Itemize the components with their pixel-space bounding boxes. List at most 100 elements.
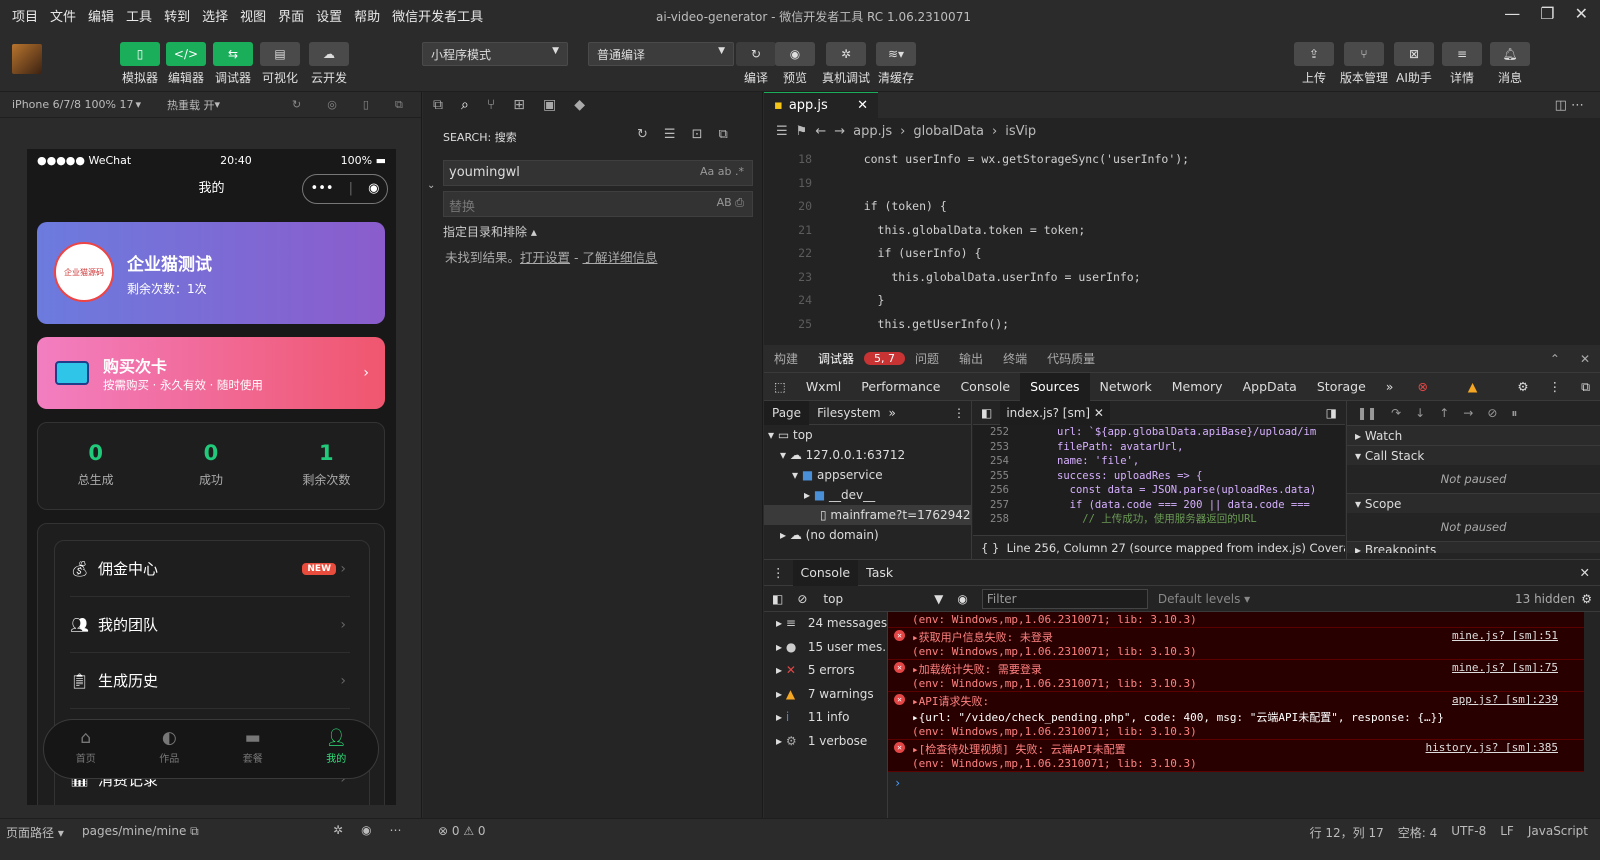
- tab-build[interactable]: 构建: [764, 350, 808, 367]
- buy-card[interactable]: 购买次卡 按需购买 · 永久有效 · 随时使用 ›: [37, 337, 385, 409]
- menu-item-9[interactable]: 帮助: [348, 6, 386, 25]
- device-select[interactable]: iPhone 6/7/8 100% 17: [12, 98, 133, 111]
- console-filter-3[interactable]: ▸ ▲ 7 warnings: [764, 683, 887, 707]
- menu-item-4[interactable]: 转到: [158, 6, 196, 25]
- drawer-tab-console[interactable]: Console: [792, 559, 859, 586]
- scope-section[interactable]: ▾ Scope: [1347, 493, 1600, 513]
- eye-icon[interactable]: ◉: [943, 592, 981, 606]
- drawer-menu-icon[interactable]: ⋮: [764, 565, 793, 580]
- console-prompt[interactable]: ›: [888, 772, 1584, 790]
- menu-item-5[interactable]: 选择: [196, 6, 234, 25]
- list-icon[interactable]: ☰: [776, 124, 788, 139]
- console-error-message[interactable]: ✕ ▸获取用户信息失败: 未登录 (env: Windows,mp,1.06.231…: [888, 628, 1584, 660]
- source-link[interactable]: app.js? [sm]:239: [1452, 693, 1558, 706]
- source-lines[interactable]: 252 url: `${app.globalData.apiBase}/uploa…: [973, 425, 1345, 533]
- more-tabs-icon[interactable]: »: [889, 406, 896, 420]
- open-settings-link[interactable]: 打开设置: [520, 250, 570, 265]
- visual-button[interactable]: ▤: [260, 42, 300, 66]
- menu-item-3[interactable]: 工具: [120, 6, 158, 25]
- replace-input[interactable]: 替换 AB ⎙: [443, 191, 753, 217]
- replace-options-icon[interactable]: AB ⎙: [717, 196, 744, 210]
- tab-output[interactable]: 输出: [949, 350, 993, 367]
- bookmark-icon[interactable]: ⚑: [796, 124, 808, 139]
- editor-button[interactable]: </>: [166, 42, 206, 66]
- tree-appservice[interactable]: ▾ ■ appservice: [764, 465, 971, 485]
- inspect-icon[interactable]: ⬚: [764, 373, 796, 401]
- tab-plans[interactable]: ▬ 套餐: [211, 720, 295, 778]
- popout-icon[interactable]: ⧉: [395, 98, 403, 112]
- tab-index-js[interactable]: index.js? [sm] ✕: [1000, 400, 1110, 425]
- chevron-up-icon[interactable]: ⌃: [1540, 352, 1570, 366]
- gear-icon[interactable]: ⚙: [1581, 592, 1600, 606]
- clear-icon[interactable]: ☰: [664, 127, 676, 142]
- context-select[interactable]: top ▼: [813, 592, 943, 606]
- compile-button[interactable]: ↻: [736, 42, 776, 66]
- tab-wxml[interactable]: Wxml: [796, 373, 851, 401]
- tree-host[interactable]: ▾ ☁ 127.0.0.1:63712: [764, 445, 971, 465]
- tab-mine[interactable]: 👤︎ 我的: [295, 720, 379, 778]
- line-ending[interactable]: LF: [1500, 824, 1514, 841]
- phone-icon[interactable]: ▯: [363, 98, 369, 111]
- console-filter-5[interactable]: ▸ ⚙ 1 verbose: [764, 730, 887, 754]
- warning-count[interactable]: ▲ 7: [1454, 373, 1508, 422]
- menu-item-8[interactable]: 设置: [310, 6, 348, 25]
- mode-select[interactable]: 小程序模式 ▼: [422, 42, 568, 66]
- menu-item-7[interactable]: 界面: [272, 6, 310, 25]
- cloud-button[interactable]: ☁: [309, 42, 349, 66]
- crumb-globaldata[interactable]: globalData: [913, 124, 984, 139]
- tree-top[interactable]: ▾ ▭ top: [764, 425, 971, 445]
- restore-icon[interactable]: ❐: [1540, 4, 1554, 23]
- close-icon[interactable]: ✕: [1570, 352, 1600, 366]
- close-icon[interactable]: ✕: [857, 98, 868, 113]
- pause-exceptions-icon[interactable]: ⏸: [1511, 406, 1517, 421]
- menu-item-10[interactable]: 微信开发者工具: [386, 6, 489, 25]
- docker-icon[interactable]: ◆: [574, 97, 585, 113]
- gear-icon[interactable]: ⚙: [1507, 373, 1538, 401]
- console-error-message[interactable]: (env: Windows,mp,1.06.2310071; lib: 3.10…: [888, 612, 1584, 628]
- error-count[interactable]: ⊗ 5: [1403, 373, 1453, 422]
- cursor-position[interactable]: 行 12，列 17: [1310, 824, 1384, 841]
- close-icon[interactable]: ✕: [1580, 565, 1590, 580]
- tab-app-js[interactable]: ▪ app.js ✕: [764, 92, 878, 118]
- preview-button[interactable]: ◉: [775, 42, 815, 66]
- search-options-icon[interactable]: Aa ab .*: [700, 165, 744, 178]
- tab-sources[interactable]: Sources: [1020, 372, 1090, 401]
- callstack-section[interactable]: ▾ Call Stack: [1347, 445, 1600, 465]
- step-into-icon[interactable]: ↓: [1415, 406, 1425, 420]
- compile-mode-select[interactable]: 普通编译 ▼: [588, 42, 734, 66]
- eye-icon[interactable]: ◉: [361, 823, 371, 837]
- console-filter-2[interactable]: ▸ ✕ 5 errors: [764, 659, 887, 683]
- messages-button[interactable]: 🔔︎: [1490, 42, 1530, 66]
- back-icon[interactable]: ←: [815, 124, 826, 139]
- tab-performance[interactable]: Performance: [851, 373, 950, 401]
- sidebar-toggle-icon[interactable]: ◧: [764, 592, 791, 606]
- console-error-message[interactable]: ✕ ▸加载统计失败: 需要登录 (env: Windows,mp,1.06.2310…: [888, 660, 1584, 692]
- more-icon[interactable]: ⋯: [390, 823, 402, 837]
- crumb-file[interactable]: app.js: [853, 124, 892, 139]
- tab-console[interactable]: Console: [950, 373, 1020, 401]
- clear-console-icon[interactable]: ⊘: [791, 592, 813, 606]
- menu-item-6[interactable]: 视图: [234, 6, 272, 25]
- more-icon[interactable]: ⋮: [1539, 373, 1572, 401]
- version-button[interactable]: ⑂: [1344, 42, 1384, 66]
- tab-problems[interactable]: 问题: [905, 350, 949, 367]
- menu-item-1[interactable]: 文件: [44, 6, 82, 25]
- tab-page[interactable]: Page: [764, 400, 810, 425]
- remote-debug-button[interactable]: ✲: [826, 42, 866, 66]
- forward-icon[interactable]: →: [834, 124, 845, 139]
- step-icon[interactable]: →: [1463, 406, 1473, 420]
- pause-icon[interactable]: ❚❚: [1357, 406, 1377, 420]
- indent-setting[interactable]: 空格: 4: [1398, 824, 1438, 841]
- rotate-icon[interactable]: ↻: [292, 98, 301, 111]
- debug-icon[interactable]: ▣: [543, 97, 556, 113]
- more-icon[interactable]: ⋮: [953, 406, 965, 420]
- tab-filesystem[interactable]: Filesystem: [809, 406, 888, 420]
- simulator-button[interactable]: ▯: [120, 42, 160, 66]
- record-icon[interactable]: ◎: [327, 98, 337, 111]
- tree-nodomain[interactable]: ▸ ☁ (no domain): [764, 525, 971, 545]
- console-error-message[interactable]: ✕ ▸[检查待处理视频] 失败: 云端API未配置 (env: Windows,mp…: [888, 740, 1584, 772]
- drawer-tab-task[interactable]: Task: [858, 565, 901, 580]
- tab-home[interactable]: ⌂ 首页: [44, 720, 128, 778]
- more-tabs-icon[interactable]: »: [1376, 373, 1404, 401]
- files-icon[interactable]: ⧉: [433, 97, 443, 113]
